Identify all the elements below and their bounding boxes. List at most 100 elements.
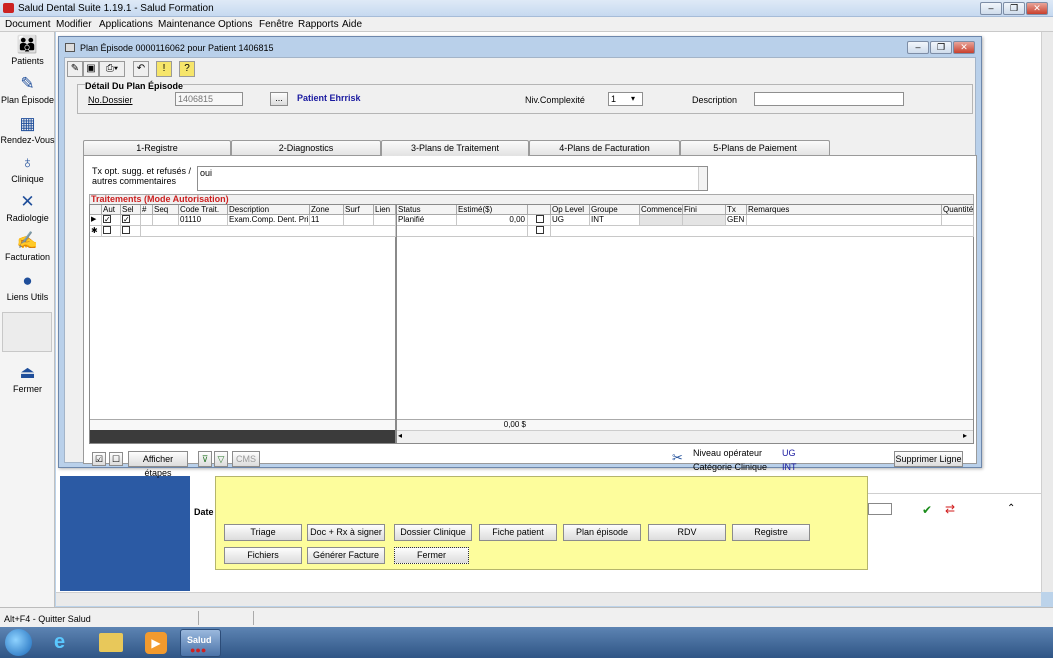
restore-button[interactable]: ❐: [1003, 2, 1025, 15]
col-header-tx[interactable]: Tx: [726, 205, 747, 215]
tab-plans-traitement[interactable]: 3-Plans de Traitement: [381, 140, 529, 156]
comments-textarea[interactable]: oui: [197, 166, 708, 191]
chevron-down-icon[interactable]: ▾: [631, 94, 635, 103]
row-code[interactable]: 01110: [179, 215, 228, 226]
row-flag-checkbox[interactable]: [528, 215, 551, 226]
col-header-zone[interactable]: Zone: [310, 205, 344, 215]
media-player-icon[interactable]: ▶: [145, 632, 167, 654]
dialog-minimize-button[interactable]: –: [907, 41, 929, 54]
col-header-seq[interactable]: Seq: [153, 205, 179, 215]
col-header-status[interactable]: Status: [397, 205, 457, 215]
refresh-icon[interactable]: ⇄: [945, 502, 955, 516]
ie-icon[interactable]: e: [54, 631, 65, 654]
col-header-quantite[interactable]: Quantité: [942, 205, 974, 215]
row-quantite[interactable]: [942, 215, 974, 226]
no-dossier-field[interactable]: 1406815: [175, 92, 243, 106]
tab-plans-facturation[interactable]: 4-Plans de Facturation: [529, 140, 680, 156]
explorer-icon[interactable]: [99, 633, 123, 652]
right-grid-scrollbar[interactable]: [397, 430, 973, 443]
new-row-status[interactable]: [397, 226, 528, 237]
new-row-rest[interactable]: [551, 226, 974, 237]
nav-fermer[interactable]: ⏏ Fermer: [0, 362, 55, 400]
check-all-button[interactable]: ☑: [92, 452, 106, 466]
col-header-op-level[interactable]: Op Level: [551, 205, 590, 215]
col-header-aut[interactable]: Aut: [102, 205, 121, 215]
save-icon[interactable]: ▣: [83, 61, 99, 77]
new-row-flag-checkbox[interactable]: [528, 226, 551, 237]
minimize-button[interactable]: –: [980, 2, 1002, 15]
fichiers-button[interactable]: Fichiers: [224, 547, 302, 564]
nav-plan-episode[interactable]: ✎ Plan Épisode: [0, 73, 55, 111]
menu-aide[interactable]: Aide: [342, 19, 362, 30]
menu-applications[interactable]: Applications: [99, 19, 153, 30]
col-header-code[interactable]: Code Trait.: [179, 205, 228, 215]
browse-dossier-button[interactable]: ...: [270, 92, 288, 106]
left-grid-scrollbar[interactable]: [90, 430, 395, 443]
cms-button[interactable]: CMS: [232, 451, 260, 467]
col-header-commence[interactable]: Commence: [640, 205, 683, 215]
nav-patients[interactable]: 👪 Patients: [0, 34, 55, 72]
menu-rapports[interactable]: Rapports: [298, 19, 339, 30]
dialog-restore-button[interactable]: ❐: [930, 41, 952, 54]
uncheck-all-button[interactable]: ☐: [109, 452, 123, 466]
fermer-button[interactable]: Fermer: [394, 547, 469, 564]
check-icon[interactable]: ✔: [922, 503, 932, 517]
alert-icon[interactable]: !: [156, 61, 172, 77]
col-header-fini[interactable]: Fini: [683, 205, 726, 215]
col-header-estime[interactable]: Estimé($): [457, 205, 528, 215]
new-row-cell[interactable]: [141, 226, 396, 237]
registre-button[interactable]: Registre: [732, 524, 810, 541]
afficher-etapes-button[interactable]: Afficher étapes: [128, 451, 188, 478]
row-surf[interactable]: [344, 215, 374, 226]
col-header-surf[interactable]: Surf: [344, 205, 374, 215]
comments-scrollbar[interactable]: [698, 167, 707, 190]
col-header-blank[interactable]: [528, 205, 551, 215]
row-aut-checkbox[interactable]: ✓: [102, 215, 121, 226]
description-input[interactable]: [754, 92, 904, 106]
menu-maintenance[interactable]: Maintenance: [158, 19, 215, 30]
row-sel-checkbox[interactable]: ✓: [121, 215, 141, 226]
col-header-description[interactable]: Description: [228, 205, 310, 215]
niv-complexite-select[interactable]: 1: [608, 92, 643, 106]
row-op-level[interactable]: UG: [551, 215, 590, 226]
row-estime[interactable]: 0,00: [457, 215, 528, 226]
tab-diagnostics[interactable]: 2-Diagnostics: [231, 140, 381, 156]
row-remarques[interactable]: [747, 215, 942, 226]
new-row-aut-checkbox[interactable]: [102, 226, 121, 237]
nav-rendez-vous[interactable]: ▦ Rendez-Vous: [0, 113, 55, 151]
tab-plans-paiement[interactable]: 5-Plans de Paiement: [680, 140, 830, 156]
close-button[interactable]: ✕: [1026, 2, 1048, 15]
menu-options[interactable]: Options: [218, 19, 252, 30]
filter-check-icon[interactable]: ⊽: [198, 451, 212, 467]
nav-facturation[interactable]: ✍ Facturation: [0, 230, 55, 268]
fiche-patient-button[interactable]: Fiche patient: [479, 524, 557, 541]
menu-modifier[interactable]: Modifier: [56, 19, 92, 30]
rdv-button[interactable]: RDV: [648, 524, 726, 541]
collapse-icon[interactable]: ⌃: [1007, 503, 1015, 514]
row-tx[interactable]: GEN: [726, 215, 747, 226]
menu-document[interactable]: Document: [5, 19, 51, 30]
col-header-lien[interactable]: Lien: [374, 205, 396, 215]
undo-icon[interactable]: ↶: [133, 61, 149, 77]
new-row-sel-checkbox[interactable]: [121, 226, 141, 237]
dossier-clinique-button[interactable]: Dossier Clinique: [394, 524, 472, 541]
row-fini[interactable]: [683, 215, 726, 226]
row-lien[interactable]: [374, 215, 396, 226]
filter-icon[interactable]: ▽: [214, 451, 228, 467]
row-zone[interactable]: 11: [310, 215, 344, 226]
generer-facture-button[interactable]: Générer Facture: [307, 547, 385, 564]
help-icon[interactable]: ?: [179, 61, 195, 77]
nav-radiologie[interactable]: ✕ Radiologie: [0, 191, 55, 229]
plan-episode-button[interactable]: Plan épisode: [563, 524, 641, 541]
col-header-num[interactable]: #: [141, 205, 153, 215]
doc-rx-button[interactable]: Doc + Rx à signer: [307, 524, 385, 541]
scroll-left-icon[interactable]: ◂: [398, 431, 402, 440]
tab-registre[interactable]: 1-Registre: [83, 140, 231, 156]
start-button-icon[interactable]: [5, 629, 32, 656]
col-header-groupe[interactable]: Groupe: [590, 205, 640, 215]
col-header-sel[interactable]: Sel: [121, 205, 141, 215]
row-status[interactable]: Planifié: [397, 215, 457, 226]
menu-fenetre[interactable]: Fenêtre: [259, 19, 293, 30]
nav-clinique[interactable]: ♁ Clinique: [0, 152, 55, 190]
print-icon[interactable]: ⎙▾: [99, 61, 125, 77]
